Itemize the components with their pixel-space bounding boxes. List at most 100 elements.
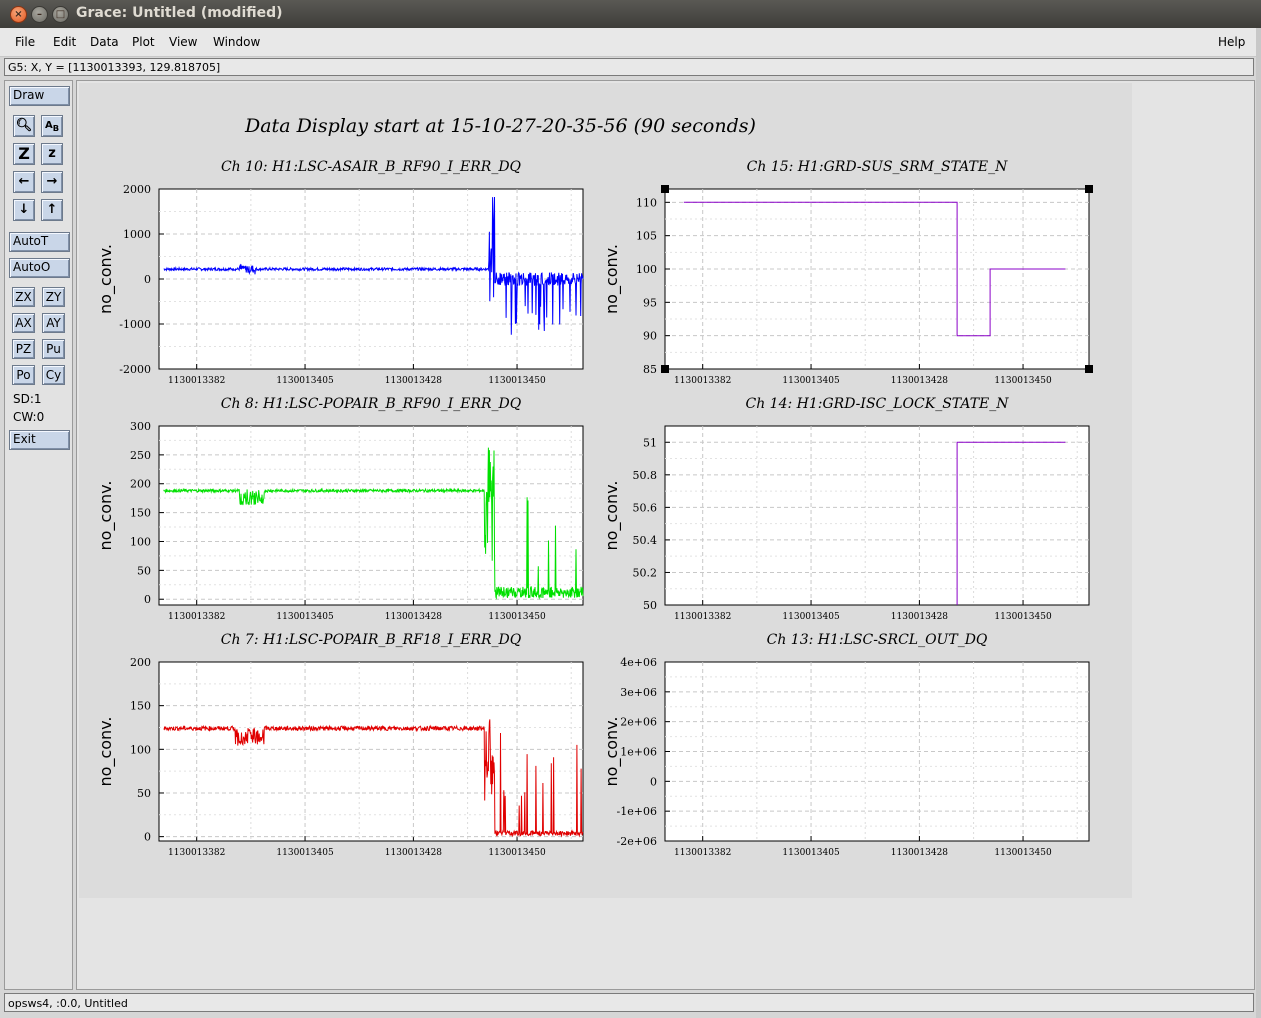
- graph-4: Ch 7: H1:LSC-POPAIR_B_RF18_I_ERR_DQ no_co…: [96, 632, 584, 858]
- y-tick-label: 150: [130, 700, 151, 713]
- y-tick-label: 4e+06: [620, 656, 657, 669]
- selection-handle[interactable]: [661, 365, 669, 373]
- window-close-button[interactable]: ×: [10, 6, 27, 23]
- x-tick-label: 1130013428: [385, 376, 443, 386]
- x-tick-label: 1130013428: [891, 612, 949, 622]
- y-tick-label: 50: [137, 787, 151, 800]
- y-axis-label: no_conv.: [96, 717, 116, 787]
- canvas-area[interactable]: Data Display start at 15-10-27-20-35-56 …: [76, 80, 1255, 990]
- zoom-small-z-icon: z: [48, 146, 56, 161]
- graph-1: Ch 15: H1:GRD-SUS_SRM_STATE_N no_conv. 113…: [602, 159, 1093, 386]
- y-tick-label: -1e+06: [617, 805, 657, 818]
- ax-button[interactable]: AX: [12, 313, 35, 333]
- status-bar: opsws4, :0.0, Untitled: [4, 993, 1254, 1012]
- arrow-down-icon: ↓: [18, 202, 30, 217]
- y-tick-label: 250: [130, 449, 151, 462]
- window-title-bar: × – □ Grace: Untitled (modified): [0, 0, 1261, 28]
- y-tick-label: 50.8: [633, 469, 658, 482]
- x-tick-label: 1130013405: [276, 612, 334, 622]
- set-display-label: SD:1: [13, 392, 42, 406]
- x-tick-label: 1130013382: [674, 612, 731, 622]
- y-axis-label: no_conv.: [602, 717, 622, 787]
- zoom-in-button[interactable]: Z: [13, 143, 35, 165]
- ay-button[interactable]: AY: [42, 313, 65, 333]
- graph-5: Ch 13: H1:LSC-SRCL_OUT_DQ no_conv. 1130013…: [602, 632, 1090, 858]
- selection-handle[interactable]: [1085, 365, 1093, 373]
- window-minimize-button[interactable]: –: [31, 6, 48, 23]
- window-border: [1256, 28, 1261, 1018]
- x-tick-label: 1130013382: [674, 376, 731, 386]
- x-tick-label: 1130013450: [488, 848, 546, 858]
- x-tick-label: 1130013450: [994, 376, 1052, 386]
- menu-window[interactable]: Window: [213, 35, 260, 49]
- maximize-icon: □: [55, 9, 66, 20]
- current-world-label: CW:0: [13, 410, 45, 424]
- x-tick-label: 1130013428: [385, 848, 443, 858]
- cy-button[interactable]: Cy: [42, 365, 65, 385]
- y-tick-label: 0: [144, 831, 151, 844]
- y-tick-label: 300: [130, 420, 151, 433]
- text-button[interactable]: AB: [41, 115, 63, 137]
- zoom-out-button[interactable]: z: [41, 143, 63, 165]
- x-tick-label: 1130013428: [891, 376, 949, 386]
- x-tick-label: 1130013428: [891, 848, 949, 858]
- x-tick-label: 1130013382: [168, 848, 225, 858]
- autoscale-on-button[interactable]: AutoO: [9, 258, 70, 278]
- y-tick-label: 100: [130, 743, 151, 756]
- graph-title: Ch 10: H1:LSC-ASAIR_B_RF90_I_ERR_DQ: [221, 159, 522, 175]
- graph-0: Ch 10: H1:LSC-ASAIR_B_RF90_I_ERR_DQ no_co…: [96, 159, 584, 386]
- y-tick-label: 2e+06: [620, 716, 657, 729]
- y-tick-label: -2000: [119, 363, 151, 376]
- y-tick-label: 95: [643, 296, 657, 309]
- zx-button[interactable]: ZX: [12, 287, 35, 307]
- graph-3: Ch 14: H1:GRD-ISC_LOCK_STATE_N no_conv. 11…: [602, 396, 1090, 622]
- menu-data[interactable]: Data: [90, 35, 119, 49]
- locator-readout: G5: X, Y = [1130013393, 129.818705]: [4, 58, 1254, 76]
- x-tick-label: 1130013450: [994, 612, 1052, 622]
- scroll-down-button[interactable]: ↓: [13, 199, 35, 221]
- y-tick-label: 150: [130, 507, 151, 520]
- x-tick-label: 1130013428: [385, 612, 443, 622]
- autoscale-button[interactable]: AutoT: [9, 232, 70, 252]
- scroll-left-button[interactable]: ←: [13, 171, 35, 193]
- graph-title: Ch 14: H1:GRD-ISC_LOCK_STATE_N: [745, 396, 1009, 412]
- pu-button[interactable]: Pu: [42, 339, 65, 359]
- y-tick-label: 200: [130, 656, 151, 669]
- x-tick-label: 1130013382: [168, 376, 225, 386]
- arrow-left-icon: ←: [18, 174, 30, 189]
- zy-button[interactable]: ZY: [42, 287, 65, 307]
- selection-handle[interactable]: [661, 185, 669, 193]
- x-tick-label: 1130013382: [674, 848, 731, 858]
- scroll-up-button[interactable]: ↑: [41, 199, 63, 221]
- scroll-right-button[interactable]: →: [41, 171, 63, 193]
- draw-button[interactable]: Draw: [9, 86, 70, 106]
- y-tick-label: 50: [137, 564, 151, 577]
- plot-frame: [158, 425, 584, 606]
- close-icon: ×: [14, 9, 23, 20]
- x-tick-label: 1130013450: [488, 376, 546, 386]
- menu-help[interactable]: Help: [1218, 35, 1245, 49]
- y-tick-label: 50.2: [633, 566, 658, 579]
- left-toolbar: Draw 🔍︎ AB Z z ← → ↓ ↑ AutoT AutoO ZX ZY…: [4, 80, 73, 990]
- y-tick-label: 90: [643, 330, 657, 343]
- zoom-button[interactable]: 🔍︎: [13, 115, 35, 137]
- menu-view[interactable]: View: [169, 35, 197, 49]
- y-tick-label: 100: [636, 263, 657, 276]
- graph-title: Ch 7: H1:LSC-POPAIR_B_RF18_I_ERR_DQ: [221, 632, 522, 648]
- y-tick-label: 0: [144, 593, 151, 606]
- exit-button[interactable]: Exit: [9, 430, 70, 450]
- po-button[interactable]: Po: [12, 365, 35, 385]
- arrow-up-icon: ↑: [46, 202, 58, 217]
- selection-handle[interactable]: [1085, 185, 1093, 193]
- y-tick-label: 3e+06: [620, 686, 657, 699]
- menu-file[interactable]: File: [15, 35, 35, 49]
- window-maximize-button[interactable]: □: [52, 6, 69, 23]
- plot-canvas[interactable]: Data Display start at 15-10-27-20-35-56 …: [77, 81, 1254, 989]
- x-tick-label: 1130013405: [782, 376, 840, 386]
- arrow-right-icon: →: [46, 174, 58, 189]
- menu-edit[interactable]: Edit: [53, 35, 76, 49]
- menu-plot[interactable]: Plot: [132, 35, 155, 49]
- x-tick-label: 1130013450: [994, 848, 1052, 858]
- pz-button[interactable]: PZ: [12, 339, 35, 359]
- minimize-icon: –: [37, 9, 42, 20]
